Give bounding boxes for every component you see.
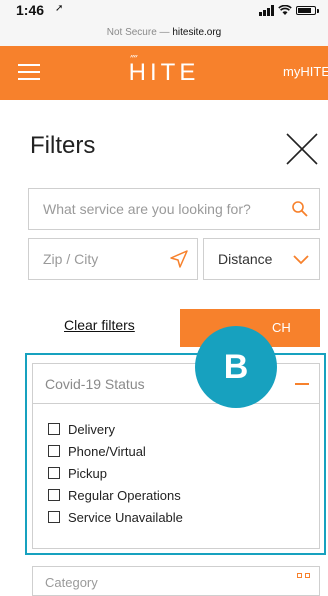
category-panel-header[interactable]: Category bbox=[32, 566, 320, 596]
clear-filters-link[interactable]: Clear filters bbox=[64, 317, 135, 333]
option-label: Pickup bbox=[68, 465, 108, 481]
covid-status-title: Covid-19 Status bbox=[45, 376, 145, 392]
status-icons bbox=[259, 3, 319, 17]
close-icon[interactable] bbox=[285, 132, 319, 166]
url-host: hitesite.org bbox=[172, 27, 222, 38]
checkbox-delivery[interactable] bbox=[48, 423, 60, 435]
signal-icon bbox=[259, 4, 274, 16]
status-bar: 1:46 ➚ bbox=[0, 0, 328, 20]
security-label: Not Secure — bbox=[106, 27, 173, 38]
option-label: Delivery bbox=[68, 421, 115, 437]
distance-value: Distance bbox=[218, 251, 273, 267]
chevron-down-icon bbox=[293, 255, 309, 265]
zip-placeholder: Zip / City bbox=[43, 251, 99, 267]
option-label: Regular Operations bbox=[68, 487, 181, 503]
distance-select[interactable]: Distance bbox=[203, 238, 320, 280]
zip-city-input[interactable]: Zip / City bbox=[28, 238, 198, 280]
covid-status-panel: Covid-19 Status Delivery Phone/Virtual P… bbox=[32, 363, 320, 549]
logo-spark-icon: ⁗ bbox=[130, 53, 138, 67]
checkbox-regular-operations[interactable] bbox=[48, 489, 60, 501]
url-bar[interactable]: Not Secure — hitesite.org bbox=[0, 20, 328, 46]
status-time: 1:46 bbox=[16, 2, 45, 18]
category-title: Category bbox=[45, 575, 98, 590]
annotation-badge: B bbox=[195, 326, 277, 408]
logo-text: HITE bbox=[128, 59, 200, 86]
collapse-icon[interactable] bbox=[295, 383, 309, 385]
option-phone-virtual[interactable]: Phone/Virtual bbox=[48, 443, 146, 459]
checkbox-pickup[interactable] bbox=[48, 467, 60, 479]
option-pickup[interactable]: Pickup bbox=[48, 465, 107, 481]
option-label: Service Unavailable bbox=[68, 509, 183, 525]
option-regular-operations[interactable]: Regular Operations bbox=[48, 487, 181, 503]
option-service-unavailable[interactable]: Service Unavailable bbox=[48, 509, 183, 525]
search-icon[interactable] bbox=[291, 200, 309, 218]
site-logo[interactable]: ⁗ HITE bbox=[0, 53, 328, 87]
checkbox-service-unavailable[interactable] bbox=[48, 511, 60, 523]
service-search-input[interactable]: What service are you looking for? bbox=[28, 188, 320, 230]
my-account-link[interactable]: myHITE bbox=[283, 64, 328, 79]
checkbox-phone-virtual[interactable] bbox=[48, 445, 60, 457]
location-arrow-icon: ➚ bbox=[55, 3, 64, 14]
option-delivery[interactable]: Delivery bbox=[48, 421, 115, 437]
page-title: Filters bbox=[30, 132, 96, 159]
site-header: ⁗ HITE myHITE bbox=[0, 46, 328, 100]
option-label: Phone/Virtual bbox=[68, 443, 146, 459]
locate-icon[interactable] bbox=[169, 249, 189, 269]
battery-icon bbox=[296, 5, 319, 15]
search-button-label: CH bbox=[272, 320, 291, 335]
search-placeholder: What service are you looking for? bbox=[43, 201, 251, 217]
expand-icon[interactable] bbox=[297, 573, 311, 581]
wifi-icon bbox=[278, 4, 292, 15]
